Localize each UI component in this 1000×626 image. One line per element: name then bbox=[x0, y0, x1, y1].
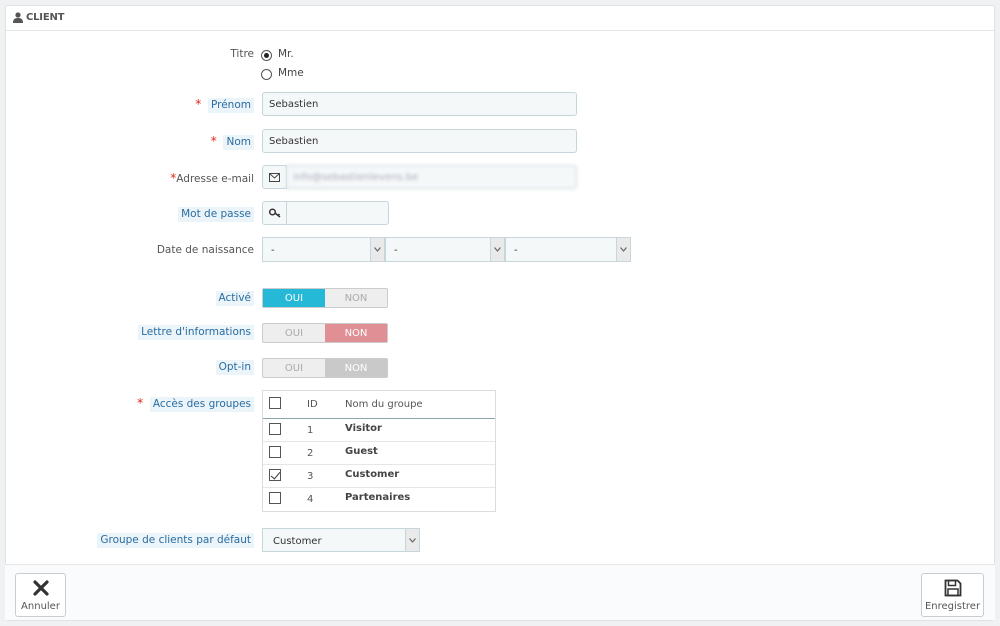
group-checkbox[interactable] bbox=[269, 446, 281, 458]
email-input[interactable]: info@sebastienlevens.be bbox=[286, 165, 577, 189]
column-id: ID bbox=[307, 399, 318, 410]
optin-label: Opt-in bbox=[215, 360, 254, 375]
default-group-value: Customer bbox=[273, 536, 322, 547]
nom-label-text: Nom bbox=[223, 135, 254, 150]
titre-label: Titre bbox=[230, 48, 254, 60]
save-button-label: Enregistrer bbox=[924, 601, 981, 612]
required-marker: * bbox=[137, 396, 144, 410]
newsletter-label: Lettre d'informations bbox=[138, 325, 254, 340]
cancel-button[interactable]: Annuler bbox=[15, 573, 66, 617]
radio-mr[interactable] bbox=[261, 50, 272, 61]
groups-table-header: ID Nom du groupe bbox=[263, 391, 495, 419]
table-row: 2 Guest bbox=[263, 442, 495, 465]
required-marker: * bbox=[195, 97, 202, 111]
password-label-text: Mot de passe bbox=[178, 207, 254, 222]
newsletter-no[interactable]: NON bbox=[325, 324, 387, 342]
group-id: 3 bbox=[307, 471, 314, 482]
email-addon bbox=[262, 165, 287, 189]
radio-mme-label[interactable]: Mme bbox=[278, 67, 304, 79]
required-marker: * bbox=[210, 134, 217, 148]
panel-title: CLIENT bbox=[26, 12, 65, 23]
optin-label-text: Opt-in bbox=[215, 360, 254, 375]
chevron-down-icon bbox=[405, 529, 419, 551]
group-checkbox[interactable] bbox=[269, 423, 281, 435]
radio-mr-label[interactable]: Mr. bbox=[278, 48, 294, 60]
password-addon bbox=[262, 201, 287, 225]
password-input[interactable] bbox=[286, 201, 389, 225]
prenom-input[interactable]: Sebastien bbox=[262, 92, 577, 116]
birthdate-month-value: - bbox=[394, 245, 398, 256]
group-id: 2 bbox=[307, 448, 314, 459]
group-id: 4 bbox=[307, 494, 314, 505]
table-row: 4 Partenaires bbox=[263, 488, 495, 511]
email-label-text: Adresse e-mail bbox=[176, 173, 254, 185]
prenom-label: * Prénom bbox=[195, 97, 254, 113]
active-yes[interactable]: OUI bbox=[263, 289, 325, 307]
password-label: Mot de passe bbox=[178, 207, 254, 222]
panel-heading: CLIENT bbox=[6, 6, 994, 31]
save-button[interactable]: Enregistrer bbox=[921, 573, 984, 617]
table-row: 3 Customer bbox=[263, 465, 495, 488]
group-checkbox[interactable] bbox=[269, 469, 281, 481]
default-group-label: Groupe de clients par défaut bbox=[97, 533, 254, 548]
chevron-down-icon bbox=[490, 238, 504, 261]
birthdate-month-select[interactable]: - bbox=[385, 237, 505, 262]
chevron-down-icon bbox=[370, 238, 384, 261]
birthdate-year-select[interactable]: - bbox=[505, 237, 631, 262]
table-row: 1 Visitor bbox=[263, 419, 495, 442]
active-no[interactable]: NON bbox=[325, 289, 387, 307]
email-label: *Adresse e-mail bbox=[170, 171, 254, 185]
default-group-label-text: Groupe de clients par défaut bbox=[97, 533, 254, 548]
groups-table: ID Nom du groupe 1 Visitor 2 Guest 3 Cus… bbox=[262, 390, 496, 512]
active-label-text: Activé bbox=[215, 291, 254, 306]
panel-footer bbox=[5, 564, 995, 620]
optin-no[interactable]: NON bbox=[325, 359, 387, 377]
birthdate-day-value: - bbox=[271, 245, 275, 256]
chevron-down-icon bbox=[616, 238, 630, 261]
birthdate-label: Date de naissance bbox=[156, 244, 254, 256]
key-icon bbox=[268, 208, 280, 218]
nom-label: * Nom bbox=[210, 134, 254, 150]
radio-mme[interactable] bbox=[261, 69, 272, 80]
envelope-icon bbox=[269, 172, 280, 182]
birthdate-day-select[interactable]: - bbox=[262, 237, 385, 262]
group-checkbox[interactable] bbox=[269, 492, 281, 504]
user-icon bbox=[13, 12, 23, 23]
column-name: Nom du groupe bbox=[345, 399, 423, 410]
nom-input[interactable]: Sebastien bbox=[262, 129, 577, 153]
group-name: Partenaires bbox=[345, 492, 411, 503]
group-name: Customer bbox=[345, 469, 400, 480]
group-id: 1 bbox=[307, 425, 314, 436]
birthdate-year-value: - bbox=[514, 245, 518, 256]
groups-label: * Accès des groupes bbox=[137, 396, 254, 412]
newsletter-label-text: Lettre d'informations bbox=[138, 325, 254, 340]
default-group-select[interactable]: Customer bbox=[262, 528, 420, 552]
group-name: Visitor bbox=[345, 423, 382, 434]
optin-yes[interactable]: OUI bbox=[263, 359, 325, 377]
groups-label-text: Accès des groupes bbox=[149, 397, 254, 412]
active-switch[interactable]: OUI NON bbox=[262, 288, 388, 308]
select-all-checkbox[interactable] bbox=[269, 397, 281, 409]
cancel-button-label: Annuler bbox=[21, 601, 60, 612]
active-label: Activé bbox=[215, 291, 254, 306]
group-name: Guest bbox=[345, 446, 378, 457]
newsletter-switch[interactable]: OUI NON bbox=[262, 323, 388, 343]
floppy-disk-icon bbox=[944, 579, 961, 597]
optin-switch[interactable]: OUI NON bbox=[262, 358, 388, 378]
close-icon bbox=[32, 580, 49, 596]
prenom-label-text: Prénom bbox=[207, 98, 254, 113]
newsletter-yes[interactable]: OUI bbox=[263, 324, 325, 342]
